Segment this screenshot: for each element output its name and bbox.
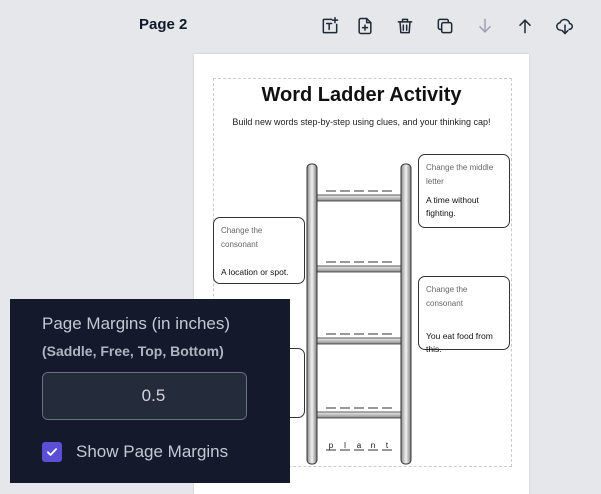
move-page-up-button[interactable] [514,15,536,37]
start-word-letter: a [357,441,362,450]
worksheet-subtitle[interactable]: Build new words step-by-step using clues… [194,117,529,127]
duplicate-page-button[interactable] [434,15,456,37]
show-page-margins-toggle[interactable]: Show Page Margins [42,442,228,462]
page-margins-panel: Page Margins (in inches) (Saddle, Free, … [10,299,290,483]
page-margins-subtitle: (Saddle, Free, Top, Bottom) [42,343,224,359]
clue-box[interactable]: Change the consonant A location or spot. [213,217,305,284]
margin-inputs-group [42,372,247,420]
download-page-button[interactable] [554,15,576,37]
add-text-box-icon [322,16,339,34]
start-word-letter: n [371,441,375,450]
arrow-down-icon [479,18,491,33]
move-page-down-button[interactable] [474,15,496,37]
copy-icon [437,18,453,34]
page-margins-title: Page Margins (in inches) [42,314,231,333]
clue-text: A location or spot. [221,267,289,277]
show-page-margins-label: Show Page Margins [76,442,229,461]
worksheet-title[interactable]: Word Ladder Activity [194,84,529,107]
add-text-box-button[interactable] [319,15,341,37]
clue-heading: Change the middle letter [426,163,494,186]
start-word-letter: l [344,441,346,450]
clue-heading: Change the consonant [221,226,263,249]
arrow-up-icon [519,19,531,34]
page-label: Page 2 [139,16,188,33]
saddle-margin-input[interactable] [43,373,246,419]
add-page-icon [358,17,372,35]
clue-box[interactable]: Change the consonant You eat food from t… [418,276,510,354]
clue-text: A time without fighting. [426,195,479,218]
trash-icon [397,18,413,34]
ladder-illustration[interactable]: p l a n t [306,162,416,467]
clue-heading: Change the consonant [426,285,468,308]
start-word-letter: t [386,441,389,450]
clue-text: You eat food from this. [426,331,493,354]
checkmark-icon [46,448,58,456]
delete-page-button[interactable] [394,15,416,37]
add-page-button[interactable] [354,15,376,37]
show-page-margins-checkbox[interactable] [42,442,62,462]
clue-box[interactable]: Change the middle letter A time without … [418,154,510,228]
cloud-download-icon [556,18,574,35]
start-word-letter: p [329,441,334,450]
